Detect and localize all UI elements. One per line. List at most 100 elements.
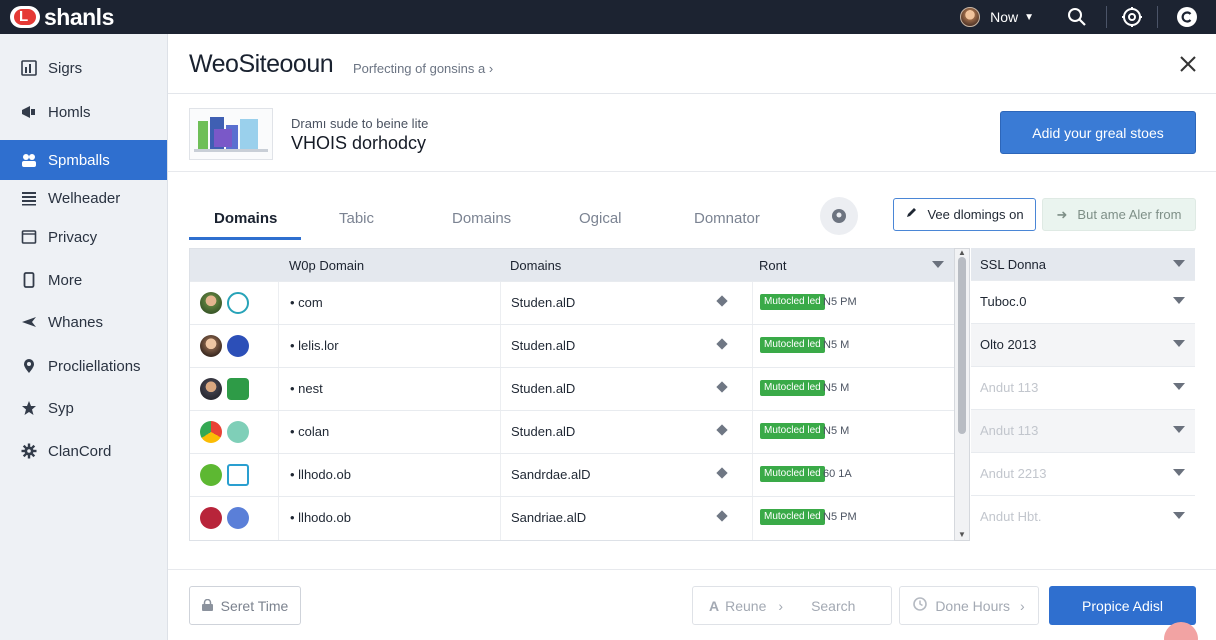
column-header[interactable]: W0p Domain [289, 258, 364, 273]
divider [500, 411, 501, 454]
info-icon[interactable] [820, 197, 858, 235]
chevron-down-icon[interactable] [1173, 426, 1185, 433]
ssl-select[interactable]: Tuboc.0 [971, 280, 1195, 323]
tab-domains-2[interactable]: Domains [452, 210, 511, 227]
column-header[interactable]: Ront [759, 258, 786, 273]
divider [168, 569, 1216, 570]
sidebar-item-homls[interactable]: Homls [0, 92, 167, 132]
primary-button[interactable]: Propice Adisl [1049, 586, 1196, 625]
size-cell: N5 M [823, 425, 850, 437]
add-button[interactable]: Adid your greal stoes [1000, 111, 1196, 154]
account-icon[interactable] [1170, 0, 1204, 34]
diamond-icon [716, 295, 728, 307]
avatar [200, 335, 222, 357]
status-badge: Mutocled led [760, 509, 825, 525]
sort-chevron-icon[interactable] [932, 261, 944, 268]
divider [1157, 6, 1158, 28]
sidebar-item-whanes[interactable]: Whanes [0, 302, 167, 342]
table-row[interactable]: • llhodo.ob Sandrdae.alD Mutocled led 60… [190, 453, 968, 497]
scroll-down-icon[interactable]: ▼ [958, 530, 966, 539]
ssl-select[interactable]: Andut Hbt. [971, 495, 1195, 538]
tab-domains[interactable]: Domains [214, 210, 277, 227]
divider [278, 325, 279, 368]
domain-cell: • llhodo.ob [290, 467, 351, 482]
sidebar-item-syp[interactable]: Syp [0, 388, 167, 428]
diamond-icon [716, 510, 728, 522]
chevron-down-icon[interactable] [1173, 297, 1185, 304]
owner-cell: Studen.alD [511, 338, 576, 353]
link-icon [227, 507, 249, 529]
divider [500, 497, 501, 540]
location-pin-icon [20, 357, 38, 375]
divider [500, 368, 501, 411]
sidebar-item-procliellations[interactable]: Procliellations [0, 346, 167, 386]
logo-mark: L [10, 6, 40, 28]
table-row[interactable]: • nest Studen.alD Mutocled led N5 M [190, 367, 968, 411]
domains-table: W0p Domain Domains Ront • com Studen.alD… [189, 248, 969, 541]
column-header[interactable]: Domains [510, 258, 561, 273]
sidebar-item-label: Sigrs [48, 59, 83, 77]
main-panel: WeoSiteooun Porfecting of gonsins a › Dr… [168, 34, 1216, 640]
clock-icon [913, 597, 928, 614]
phone-icon [20, 271, 38, 289]
status-badge: Mutocled led [760, 466, 825, 482]
ssl-column: SSL Donna Tuboc.0 Olto 2013 Andut 113 An… [971, 248, 1195, 541]
search-icon[interactable] [1060, 0, 1094, 34]
status-badge: Mutocled led [760, 337, 825, 353]
ssl-select[interactable]: Andut 113 [971, 366, 1195, 409]
breadcrumb[interactable]: Porfecting of gonsins a › [353, 61, 493, 76]
tab-ogical[interactable]: Ogical [579, 210, 622, 227]
chevron-down-icon[interactable] [1173, 512, 1185, 519]
plane-icon [20, 313, 38, 331]
tab-tabic[interactable]: Tabic [339, 210, 374, 227]
reset-button[interactable]: Seret Time [189, 586, 301, 625]
link-icon [227, 335, 249, 357]
table-row[interactable]: • colan Studen.alD Mutocled led N5 M [190, 410, 968, 454]
resume-button[interactable]: A Reune › [709, 598, 783, 614]
chevron-down-icon[interactable] [1173, 383, 1185, 390]
chevron-down-icon[interactable] [1173, 340, 1185, 347]
chevron-down-icon[interactable]: ▼ [1024, 12, 1034, 23]
ssl-value: Andut Hbt. [980, 509, 1042, 524]
search-button[interactable]: Search [811, 598, 855, 614]
sidebar-item-spmballs[interactable]: Spmballs [0, 140, 167, 180]
sidebar-item-privacy[interactable]: Privacy [0, 217, 167, 257]
app-name: shanls [44, 3, 114, 30]
chevron-down-icon[interactable] [1173, 469, 1185, 476]
chevron-down-icon[interactable] [1173, 260, 1185, 267]
sidebar-item-sigrs[interactable]: Sigrs [0, 48, 167, 88]
table-row[interactable]: • llhodo.ob Sandriae.alD Mutocled led N5… [190, 496, 968, 540]
sidebar-item-label: Welheader [48, 189, 121, 207]
ssl-value: Andut 113 [980, 380, 1039, 395]
ssl-select[interactable]: Andut 113 [971, 409, 1195, 452]
app-logo[interactable]: L shanls [10, 4, 114, 31]
megaphone-icon [20, 103, 38, 121]
divider [500, 282, 501, 325]
table-row[interactable]: • lelis.lor Studen.alD Mutocled led N5 M [190, 324, 968, 368]
sidebar-item-welheader[interactable]: Welheader [0, 178, 167, 218]
ssl-select[interactable]: Andut 2213 [971, 452, 1195, 495]
done-button[interactable]: Done Hours › [899, 586, 1039, 625]
sidebar-item-more[interactable]: More [0, 260, 167, 300]
reset-label: Seret Time [220, 597, 289, 614]
user-menu-label[interactable]: Now [990, 9, 1018, 25]
divider [500, 454, 501, 497]
settings-icon[interactable] [1115, 0, 1149, 34]
ghost-button[interactable]: ➜ But ame Aler from [1042, 198, 1196, 231]
view-domains-button[interactable]: Vee dlomings on [893, 198, 1036, 231]
close-icon[interactable] [1178, 54, 1198, 74]
scroll-up-icon[interactable]: ▲ [958, 248, 966, 257]
domain-cell: • colan [290, 424, 330, 439]
ssl-value: Tuboc.0 [980, 294, 1027, 309]
scroll-thumb[interactable] [958, 257, 966, 434]
table-row[interactable]: • com Studen.alD Mutocled led N5 PM [190, 281, 968, 325]
sidebar-item-clancord[interactable]: ClanCord [0, 431, 167, 471]
ssl-select[interactable]: Olto 2013 [971, 323, 1195, 366]
ssl-header: SSL Donna [971, 248, 1195, 280]
gear-icon [20, 442, 38, 460]
column-header[interactable]: SSL Donna [980, 257, 1046, 272]
sidebar-item-label: Privacy [48, 228, 98, 246]
table-scrollbar[interactable]: ▲ ▼ [954, 248, 970, 541]
user-avatar[interactable] [960, 7, 981, 27]
tab-domnator[interactable]: Domnator [694, 210, 760, 227]
